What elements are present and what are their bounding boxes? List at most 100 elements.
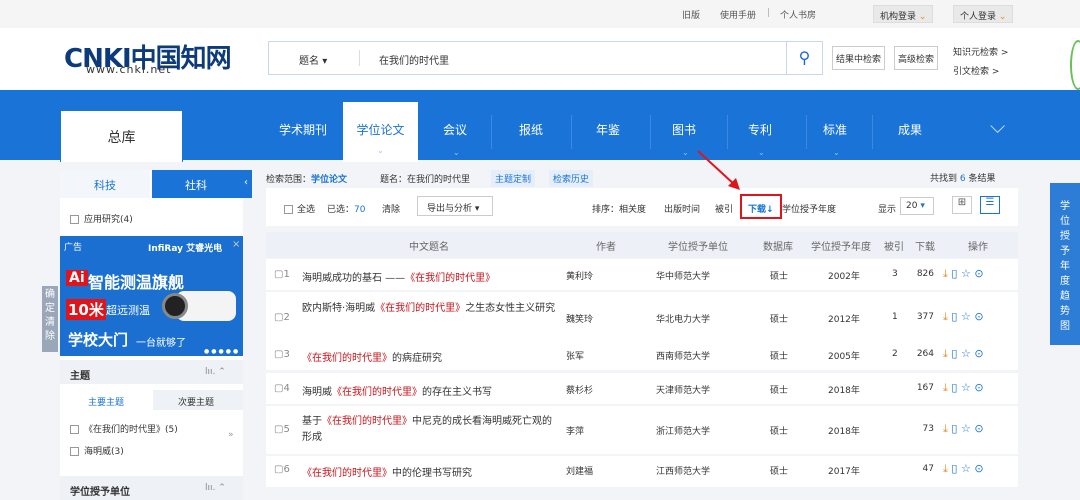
- clear-label[interactable]: 清除: [45, 317, 55, 342]
- topic-tab-main[interactable]: 主要主题: [88, 395, 124, 408]
- applied-research-filter[interactable]: 应用研究(4): [70, 212, 133, 225]
- floating-widget-edge[interactable]: [1070, 40, 1080, 90]
- checkbox[interactable]: [70, 425, 79, 434]
- select-all[interactable]: 全选: [284, 202, 315, 215]
- list-view-icon[interactable]: ☰: [980, 196, 1000, 214]
- nav-tab-yearbooks[interactable]: 年鉴: [596, 121, 620, 138]
- row-number: ▢2: [274, 312, 290, 323]
- nav-tab-journals[interactable]: 学术期刊: [279, 121, 327, 138]
- author-link[interactable]: 蔡杉杉: [566, 383, 593, 396]
- unit-link[interactable]: 西南师范大学: [656, 349, 710, 362]
- author-link[interactable]: 魏笑玲: [566, 312, 593, 325]
- sort-cited[interactable]: 被引: [715, 202, 733, 215]
- citation-search-link[interactable]: 引文检索 >: [953, 64, 999, 77]
- sidebar-tab-social[interactable]: 社科: [152, 170, 240, 198]
- topic-tab-secondary[interactable]: 次要主题: [178, 395, 214, 408]
- download-count: 377: [916, 312, 934, 322]
- expand-nav-icon[interactable]: ⌵: [990, 114, 1005, 138]
- old-version-link[interactable]: 旧版: [682, 8, 700, 21]
- export-analysis-dropdown[interactable]: 导出与分析 ▾: [417, 196, 493, 216]
- table-row[interactable]: ▢6 《在我们的时代里》中的伦理书写研究 刘建福 江西师范大学 硕士 2017年…: [266, 456, 1018, 487]
- favorite-icon: ☆: [960, 347, 971, 360]
- row-actions[interactable]: ⤓ ▯ ☆ ⊙: [943, 422, 984, 436]
- paper-title-link[interactable]: 《在我们的时代里》中的伦理书写研究: [302, 464, 557, 479]
- paper-title-link[interactable]: 欧内斯特·海明威《在我们的时代里》之生态女性主义研究: [302, 301, 557, 317]
- table-row[interactable]: ▢4 海明威《在我们的时代里》的存在主义书写 蔡杉杉 天津师范大学 硕士 201…: [266, 373, 1018, 404]
- personal-login-button[interactable]: 个人登录 ⌄: [953, 5, 1014, 23]
- sort-label-relevance[interactable]: 排序：相关度: [592, 202, 646, 215]
- unit-link[interactable]: 江西师范大学: [656, 464, 710, 477]
- author-link[interactable]: 张军: [566, 349, 584, 362]
- nav-tab-dissertation-active[interactable]: 学位论文 ⌄: [343, 102, 418, 162]
- collapse-sidebar-icon[interactable]: ‹: [240, 170, 252, 198]
- checkbox[interactable]: [70, 215, 79, 224]
- paper-title-link[interactable]: 海明威成功的基石 ——《在我们的时代里》: [302, 269, 557, 284]
- search-button[interactable]: ⚲: [786, 42, 822, 74]
- topic-item[interactable]: 海明威(3): [70, 444, 124, 457]
- search-field-select[interactable]: 题名 ▾: [269, 42, 359, 74]
- grid-view-icon[interactable]: ⊞: [952, 196, 972, 214]
- year-cell: 2005年: [828, 352, 860, 362]
- clear-selection-button[interactable]: 清除: [382, 202, 400, 215]
- paper-title-link[interactable]: 海明威《在我们的时代里》的存在主义书写: [302, 383, 557, 398]
- sort-download-active[interactable]: 下载↓: [748, 202, 774, 215]
- table-row[interactable]: ▢2 欧内斯特·海明威《在我们的时代里》之生态女性主义研究 魏笑玲 华北电力大学…: [266, 292, 1018, 344]
- paper-title-link[interactable]: 《在我们的时代里》的病症研究: [302, 349, 557, 364]
- ad-pager-dots[interactable]: ●●●●●: [204, 348, 240, 355]
- quote-icon: ⊙: [974, 381, 984, 394]
- read-icon: ▯: [951, 422, 958, 435]
- database-cell: 硕士: [770, 352, 789, 362]
- col-title: 中文题名: [409, 242, 449, 253]
- row-actions[interactable]: ⤓ ▯ ☆ ⊙: [943, 462, 984, 476]
- ad-close-icon[interactable]: ×: [232, 239, 240, 250]
- chart-toggle-icon[interactable]: lıı. ⌃: [205, 367, 226, 377]
- confirm-label[interactable]: 确定: [45, 289, 55, 314]
- unit-link[interactable]: 浙江师范大学: [656, 424, 710, 437]
- checkbox[interactable]: [284, 205, 293, 214]
- unit-link[interactable]: 华中师范大学: [656, 269, 710, 282]
- personal-library-link[interactable]: 个人书房: [780, 8, 816, 21]
- more-arrow-icon[interactable]: »: [228, 430, 234, 440]
- table-row[interactable]: ▢3 《在我们的时代里》的病症研究 张军 西南师范大学 硕士 2005年 2 2…: [266, 339, 1018, 370]
- row-actions[interactable]: ⤓ ▯ ☆ ⊙: [943, 310, 984, 324]
- sort-degree-year[interactable]: 学位授予年度: [782, 202, 836, 215]
- row-actions[interactable]: ⤓ ▯ ☆ ⊙: [943, 381, 984, 395]
- nav-all-databases[interactable]: 总库: [60, 110, 183, 162]
- chevron-down-icon: ⌄: [453, 148, 460, 157]
- nav-tab-books[interactable]: 图书: [672, 121, 696, 138]
- org-login-button[interactable]: 机构登录 ⌄: [873, 5, 934, 23]
- author-link[interactable]: 李萍: [566, 424, 584, 437]
- nav-tab-achievements[interactable]: 成果: [898, 121, 922, 138]
- knowledge-search-link[interactable]: 知识元检索 >: [953, 45, 1008, 58]
- sidebar-tab-science[interactable]: 科技: [60, 170, 150, 198]
- nav-tab-conference[interactable]: 会议: [443, 121, 467, 138]
- nav-tab-patents[interactable]: 专利: [748, 121, 772, 138]
- chart-toggle-icon[interactable]: lıı. ⌃: [205, 483, 226, 493]
- sort-date[interactable]: 出版时间: [664, 202, 700, 215]
- table-row[interactable]: ▢1 海明威成功的基石 ——《在我们的时代里》 黄利玲 华中师范大学 硕士 20…: [266, 259, 1018, 290]
- manual-link[interactable]: 使用手册: [720, 8, 756, 21]
- unit-link[interactable]: 天津师范大学: [656, 383, 710, 396]
- page-size-select[interactable]: 20 ▾: [900, 197, 934, 215]
- paper-title-link[interactable]: 基于《在我们的时代里》中尼克的成长看海明威死亡观的形成: [302, 414, 557, 446]
- nav-tab-newspapers[interactable]: 报纸: [519, 121, 543, 138]
- result-count: 共找到 6 条结果: [930, 171, 996, 184]
- search-in-results-button[interactable]: 结果中检索: [832, 46, 886, 70]
- degree-year-trend-panel[interactable]: 学位授予年度趋势图: [1050, 183, 1080, 345]
- advanced-search-button[interactable]: 高级检索: [894, 46, 939, 70]
- author-link[interactable]: 刘建福: [566, 464, 593, 477]
- unit-link[interactable]: 华北电力大学: [656, 312, 710, 325]
- ad-banner[interactable]: 广告 InfiRay 艾睿光电 × Ai 智能测温旗舰 10米 超远测温 学校大…: [60, 236, 243, 356]
- topic-item[interactable]: 《在我们的时代里》(5): [70, 422, 178, 435]
- search-history-button[interactable]: 检索历史: [549, 170, 594, 187]
- row-actions[interactable]: ⤓ ▯ ☆ ⊙: [943, 267, 984, 281]
- nav-tab-standards[interactable]: 标准: [823, 121, 847, 138]
- table-row[interactable]: ▢5 基于《在我们的时代里》中尼克的成长看海明威死亡观的形成 李萍 浙江师范大学…: [266, 406, 1018, 454]
- cited-cell: 1: [892, 312, 898, 322]
- search-input[interactable]: 在我们的时代里: [379, 52, 449, 67]
- sidebar-action-buttons[interactable]: 确定 清除: [42, 286, 58, 352]
- subscribe-topic-button[interactable]: 主题定制: [491, 170, 536, 187]
- checkbox[interactable]: [70, 447, 79, 456]
- row-actions[interactable]: ⤓ ▯ ☆ ⊙: [943, 347, 984, 361]
- author-link[interactable]: 黄利玲: [566, 269, 593, 282]
